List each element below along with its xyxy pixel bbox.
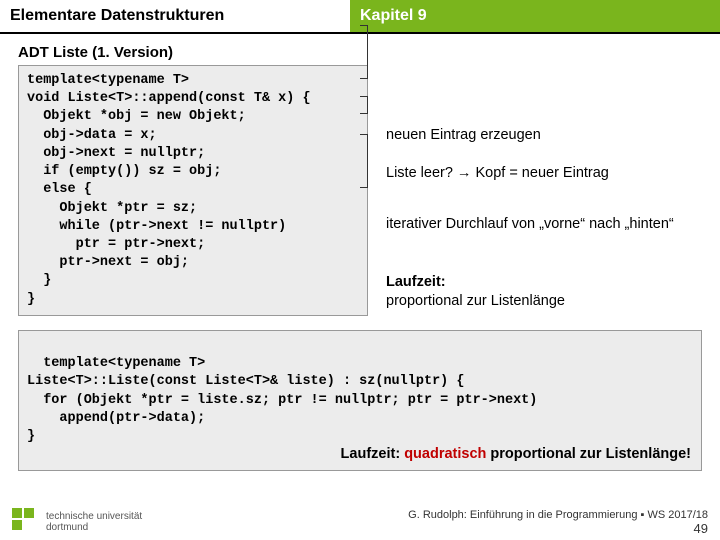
annotation-empty-check: Liste leer? → Kopf = neuer Eintrag [386,165,706,181]
footer: technische universität dortmund G. Rudol… [0,508,720,536]
runtime-text: proportional zur Listenlänge [386,293,565,309]
runtime2-label: Laufzeit: [341,446,405,462]
content-row: template<typename T> void Liste<T>::appe… [0,65,720,316]
annotation-runtime: Laufzeit: proportional zur Listenlänge [386,273,706,311]
logo-line1: technische universität [46,511,142,522]
tu-dortmund-logo: technische universität dortmund [12,508,142,536]
logo-line2: dortmund [46,522,142,533]
logo-text: technische universität dortmund [46,511,142,533]
runtime-label: Laufzeit: [386,274,446,290]
bracket-icon [360,96,368,114]
annotation-new-entry: neuen Eintrag erzeugen [386,127,706,143]
header-title-right: Kapitel 9 [350,0,720,32]
logo-icon [12,508,40,536]
footer-credit: G. Rudolph: Einführung in die Programmie… [408,509,708,521]
header-title-left: Elementare Datenstrukturen [0,0,350,32]
annotations: neuen Eintrag erzeugen Liste leer? → Kop… [368,65,710,316]
runtime2-rest: proportional zur Listenlänge! [486,446,691,462]
code-block-append: template<typename T> void Liste<T>::appe… [18,65,368,316]
bracket-icon [360,25,368,79]
page-number: 49 [408,521,708,536]
footer-right: G. Rudolph: Einführung in die Programmie… [408,509,708,536]
bracket-icon [360,134,368,188]
annotation-iteration: iterativer Durchlauf von „vorne“ nach „h… [386,215,706,234]
runtime2-highlight: quadratisch [404,446,486,462]
code-block-copyctor: template<typename T> Liste<T>::Liste(con… [18,330,702,472]
runtime-note: Laufzeit: quadratisch proportional zur L… [341,445,691,465]
code-text: template<typename T> Liste<T>::Liste(con… [27,356,537,444]
